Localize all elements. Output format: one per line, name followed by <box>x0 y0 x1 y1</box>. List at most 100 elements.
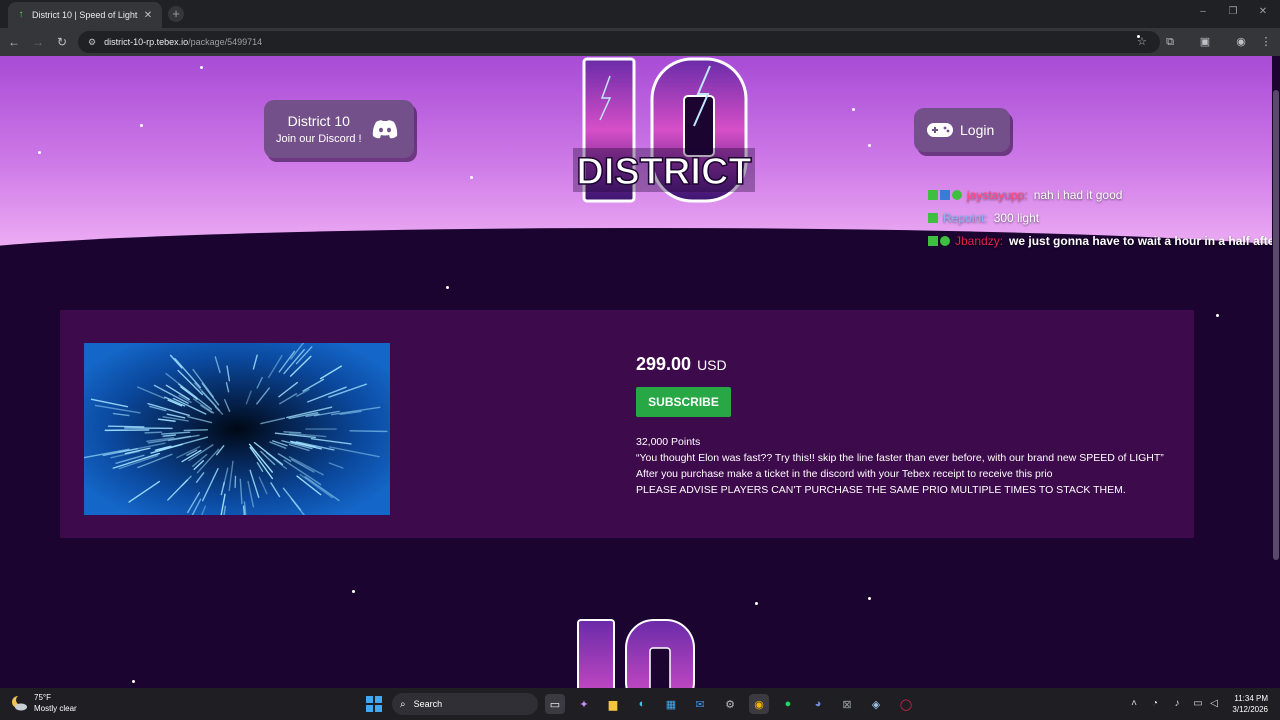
store-icon[interactable]: ▦ <box>661 694 681 714</box>
warp-ray <box>107 425 145 428</box>
address-bar-row: ← → ↻ ⚙ district-10-rp.tebex.io /package… <box>0 28 1280 56</box>
copilot-icon[interactable]: ✦ <box>574 694 594 714</box>
extensions-icon[interactable]: ⧉ <box>1162 34 1178 50</box>
product-description: 32,000 Points “You thought Elon was fast… <box>636 434 1166 498</box>
chat-line: Repoint: 300 light <box>928 211 1039 225</box>
login-button[interactable]: Login <box>914 108 1010 152</box>
close-tab-icon[interactable]: ✕ <box>142 10 154 21</box>
chat-badge-icon <box>952 190 962 200</box>
chat-message: nah i had it good <box>1033 188 1123 202</box>
page-viewport: District 10 Join our Discord ! Login DIS… <box>0 56 1272 688</box>
discord-join-button[interactable]: District 10 Join our Discord ! <box>264 100 414 158</box>
star-decoration <box>470 176 473 179</box>
star-decoration <box>352 590 355 593</box>
district-10-logo[interactable]: DISTRICT <box>570 56 758 206</box>
chat-line: jaystayupp: nah i had it good <box>928 188 1122 202</box>
weather-widget[interactable]: 75°F Mostly clear <box>10 692 77 714</box>
description-line: PLEASE ADVISE PLAYERS CAN'T PURCHASE THE… <box>636 484 1126 496</box>
price-currency: USD <box>697 357 727 373</box>
warp-ray <box>183 429 209 432</box>
star-decoration <box>1216 314 1219 317</box>
edge-icon[interactable]: ◐ <box>632 694 652 714</box>
opera-icon[interactable]: ◯ <box>896 694 916 714</box>
app-icon[interactable]: ⊠ <box>837 694 857 714</box>
clock-time: 11:34 PM <box>1234 694 1268 703</box>
discord-title: District 10 <box>287 113 350 129</box>
page-scrollbar[interactable] <box>1272 56 1280 688</box>
chat-badge-icon <box>928 236 938 246</box>
star-decoration <box>140 124 143 127</box>
back-arrow-icon[interactable]: ← <box>6 34 22 50</box>
browser-tab-active[interactable]: ↑ District 10 | Speed of Light ✕ <box>8 2 162 28</box>
product-price: 299.00 USD <box>636 354 727 375</box>
description-line: “You thought Elon was fast?? Try this!! … <box>636 452 1164 464</box>
chat-username: Jbandzy: <box>955 234 1004 248</box>
maximize-icon[interactable]: ❐ <box>1226 6 1240 17</box>
chevron-up-icon[interactable]: ˄ <box>1127 696 1141 712</box>
forward-arrow-icon[interactable]: → <box>30 34 46 50</box>
chat-username: Repoint: <box>943 211 988 225</box>
profile-icon[interactable]: ◉ <box>1233 34 1249 50</box>
chat-message: we just gonna have to wait a hour in a h… <box>1009 234 1272 248</box>
task-view-icon[interactable]: ▭ <box>545 694 565 714</box>
outlook-icon[interactable]: ✉ <box>690 694 710 714</box>
search-label: Search <box>413 699 443 709</box>
clock-date: 3/12/2026 <box>1232 705 1268 714</box>
scrollbar-thumb[interactable] <box>1273 90 1279 560</box>
close-window-icon[interactable]: ✕ <box>1256 6 1270 17</box>
search-icon: ⌕ <box>400 698 406 710</box>
tray-app-icon[interactable]: ◔ <box>1148 696 1162 712</box>
discord-taskbar-icon[interactable]: ◕ <box>808 694 828 714</box>
login-label: Login <box>960 122 995 138</box>
chrome-icon[interactable]: ◉ <box>749 694 769 714</box>
microphone-icon[interactable]: ♪ <box>1170 696 1184 712</box>
chat-badge-icon <box>928 190 938 200</box>
menu-icon[interactable]: ⋮ <box>1258 34 1274 50</box>
description-line: After you purchase make a ticket in the … <box>636 468 1053 480</box>
discord-icon <box>372 120 397 139</box>
settings-icon[interactable]: ⚙ <box>720 694 740 714</box>
warp-ray <box>283 431 302 434</box>
subscribe-button[interactable]: SUBSCRIBE <box>636 387 731 417</box>
star-decoration <box>446 286 449 289</box>
discord-subtitle: Join our Discord ! <box>276 133 362 145</box>
warp-ray <box>349 430 388 433</box>
new-tab-button[interactable]: + <box>168 6 184 22</box>
star-decoration <box>868 144 871 147</box>
url-host: district-10-rp.tebex.io <box>104 37 189 47</box>
weather-condition: Mostly clear <box>34 704 77 713</box>
site-info-icon[interactable]: ⚙ <box>88 37 96 48</box>
weather-temperature: 75°F <box>34 693 51 702</box>
reading-list-icon[interactable]: ▣ <box>1197 34 1213 50</box>
price-amount: 299.00 <box>636 354 692 374</box>
product-image <box>84 343 390 515</box>
chat-message: 300 light <box>993 211 1040 225</box>
file-explorer-icon[interactable]: ▆ <box>603 694 623 714</box>
minimize-icon[interactable]: – <box>1196 6 1210 17</box>
system-clock[interactable]: 11:34 PM 3/12/2026 <box>1226 693 1268 715</box>
chat-badge-icon <box>940 236 950 246</box>
product-card: 299.00 USD SUBSCRIBE 32,000 Points “You … <box>60 310 1194 538</box>
bookmark-star-icon[interactable]: ☆ <box>1137 35 1147 48</box>
tebex-favicon-icon: ↑ <box>18 9 24 20</box>
product-points: 32,000 Points <box>636 436 701 448</box>
warp-ray <box>144 431 163 434</box>
chat-line: Jbandzy: we just gonna have to wait a ho… <box>928 234 1272 248</box>
chat-badge-icon <box>928 213 938 223</box>
volume-icon[interactable]: ◁ <box>1207 696 1221 712</box>
steam-icon[interactable]: ◈ <box>866 694 886 714</box>
star-decoration <box>132 680 135 683</box>
windows-start-icon[interactable] <box>364 694 384 714</box>
browser-tab-bar: ↑ District 10 | Speed of Light ✕ + – ❐ ✕ <box>0 0 1280 28</box>
footer-logo <box>577 619 695 688</box>
display-icon[interactable]: ▭ <box>1191 696 1205 712</box>
logo-text: DISTRICT <box>576 151 751 193</box>
moon-cloud-icon <box>12 695 27 711</box>
tab-title: District 10 | Speed of Light <box>32 10 138 20</box>
url-field[interactable]: ⚙ district-10-rp.tebex.io /package/54997… <box>78 31 1160 53</box>
taskbar-search[interactable]: ⌕ Search <box>392 693 538 715</box>
gamepad-icon <box>927 123 953 137</box>
star-decoration <box>755 602 758 605</box>
reload-icon[interactable]: ↻ <box>54 34 70 50</box>
spotify-icon[interactable]: ● <box>778 694 798 714</box>
